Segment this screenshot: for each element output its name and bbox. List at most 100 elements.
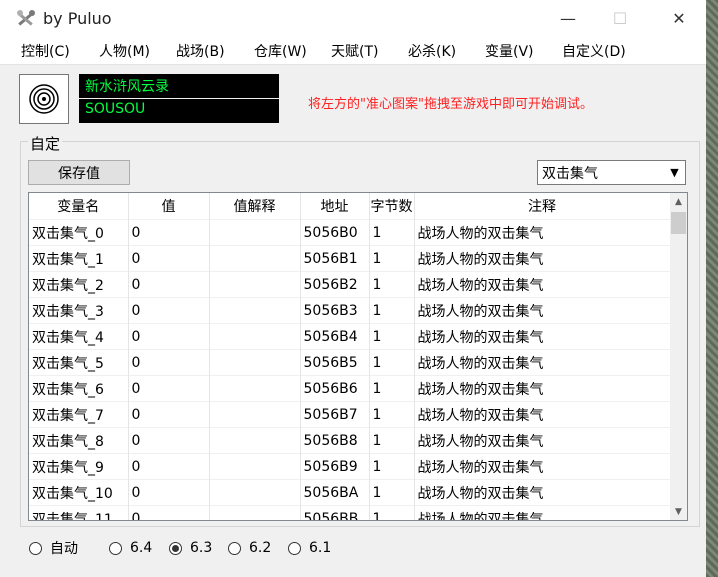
menu-variables[interactable]: 变量(V) xyxy=(485,41,534,61)
radio-circle[interactable] xyxy=(109,541,122,555)
scroll-down-icon[interactable]: ▼ xyxy=(670,503,687,520)
radio-6-3[interactable]: 6.3 xyxy=(169,539,212,557)
cell-name[interactable]: 双击集气_1 xyxy=(29,245,129,272)
table-row[interactable]: 双击集气_5 0 5056B5 1 战场人物的双击集气 xyxy=(29,349,671,376)
cell-address[interactable]: 5056BA xyxy=(300,479,370,506)
cell-value-meaning[interactable] xyxy=(209,349,301,376)
cell-comment[interactable]: 战场人物的双击集气 xyxy=(414,505,671,520)
cell-bytes[interactable]: 1 xyxy=(369,245,415,272)
table-row[interactable]: 双击集气_11 0 5056BB 1 战场人物的双击集气 xyxy=(29,505,671,520)
header-address[interactable]: 地址 xyxy=(300,193,370,220)
cell-value[interactable]: 0 xyxy=(128,323,210,350)
vertical-scrollbar[interactable]: ▲ ▼ xyxy=(670,193,687,520)
cell-value-meaning[interactable] xyxy=(209,219,301,246)
cell-value-meaning[interactable] xyxy=(209,245,301,272)
save-values-button[interactable]: 保存值 xyxy=(28,160,130,185)
table-row[interactable]: 双击集气_2 0 5056B2 1 战场人物的双击集气 xyxy=(29,271,671,298)
cell-bytes[interactable]: 1 xyxy=(369,505,415,520)
table-row[interactable]: 双击集气_7 0 5056B7 1 战场人物的双击集气 xyxy=(29,401,671,428)
cell-name[interactable]: 双击集气_4 xyxy=(29,323,129,350)
crosshair-target-icon[interactable] xyxy=(19,74,69,124)
cell-comment[interactable]: 战场人物的双击集气 xyxy=(414,219,671,246)
radio-circle[interactable] xyxy=(169,541,182,555)
cell-address[interactable]: 5056B2 xyxy=(300,271,370,298)
cell-bytes[interactable]: 1 xyxy=(369,297,415,324)
table-row[interactable]: 双击集气_6 0 5056B6 1 战场人物的双击集气 xyxy=(29,375,671,402)
cell-bytes[interactable]: 1 xyxy=(369,219,415,246)
cell-comment[interactable]: 战场人物的双击集气 xyxy=(414,375,671,402)
cell-value[interactable]: 0 xyxy=(128,401,210,428)
cell-value[interactable]: 0 xyxy=(128,479,210,506)
cell-address[interactable]: 5056B9 xyxy=(300,453,370,480)
menu-talent[interactable]: 天赋(T) xyxy=(331,41,378,61)
table-row[interactable]: 双击集气_3 0 5056B3 1 战场人物的双击集气 xyxy=(29,297,671,324)
cell-address[interactable]: 5056B6 xyxy=(300,375,370,402)
cell-address[interactable]: 5056B8 xyxy=(300,427,370,454)
cell-name[interactable]: 双击集气_11 xyxy=(29,505,129,520)
cell-bytes[interactable]: 1 xyxy=(369,323,415,350)
cell-value-meaning[interactable] xyxy=(209,427,301,454)
cell-address[interactable]: 5056BB xyxy=(300,505,370,520)
table-row[interactable]: 双击集气_4 0 5056B4 1 战场人物的双击集气 xyxy=(29,323,671,350)
cell-comment[interactable]: 战场人物的双击集气 xyxy=(414,427,671,454)
cell-value-meaning[interactable] xyxy=(209,271,301,298)
cell-value[interactable]: 0 xyxy=(128,427,210,454)
scroll-up-icon[interactable]: ▲ xyxy=(670,193,687,210)
cell-value[interactable]: 0 xyxy=(128,505,210,520)
cell-value[interactable]: 0 xyxy=(128,219,210,246)
cell-value[interactable]: 0 xyxy=(128,271,210,298)
cell-name[interactable]: 双击集气_5 xyxy=(29,349,129,376)
cell-value-meaning[interactable] xyxy=(209,453,301,480)
cell-bytes[interactable]: 1 xyxy=(369,401,415,428)
header-comment[interactable]: 注释 xyxy=(414,193,671,220)
cell-comment[interactable]: 战场人物的双击集气 xyxy=(414,401,671,428)
cell-bytes[interactable]: 1 xyxy=(369,479,415,506)
cell-bytes[interactable]: 1 xyxy=(369,375,415,402)
cell-name[interactable]: 双击集气_6 xyxy=(29,375,129,402)
cell-value-meaning[interactable] xyxy=(209,479,301,506)
cell-name[interactable]: 双击集气_10 xyxy=(29,479,129,506)
maximize-button[interactable]: ☐ xyxy=(597,0,643,36)
cell-value[interactable]: 0 xyxy=(128,453,210,480)
cell-bytes[interactable]: 1 xyxy=(369,453,415,480)
cell-name[interactable]: 双击集气_0 xyxy=(29,219,129,246)
cell-comment[interactable]: 战场人物的双击集气 xyxy=(414,297,671,324)
close-button[interactable]: ✕ xyxy=(656,0,702,36)
radio-circle[interactable] xyxy=(288,541,301,555)
cell-value-meaning[interactable] xyxy=(209,505,301,520)
title-bar[interactable]: by Puluo — ☐ ✕ xyxy=(0,0,706,36)
cell-value-meaning[interactable] xyxy=(209,375,301,402)
menu-character[interactable]: 人物(M) xyxy=(99,41,150,61)
menu-battlefield[interactable]: 战场(B) xyxy=(176,41,225,61)
minimize-button[interactable]: — xyxy=(545,0,591,36)
cell-address[interactable]: 5056B3 xyxy=(300,297,370,324)
header-bytes[interactable]: 字节数 xyxy=(369,193,415,220)
cell-value-meaning[interactable] xyxy=(209,323,301,350)
radio-6-2[interactable]: 6.2 xyxy=(228,539,271,557)
menu-custom[interactable]: 自定义(D) xyxy=(562,41,626,61)
cell-address[interactable]: 5056B7 xyxy=(300,401,370,428)
cell-value[interactable]: 0 xyxy=(128,375,210,402)
dropdown-arrow-icon[interactable]: ▼ xyxy=(666,163,683,182)
cell-value-meaning[interactable] xyxy=(209,401,301,428)
cell-comment[interactable]: 战场人物的双击集气 xyxy=(414,323,671,350)
cell-bytes[interactable]: 1 xyxy=(369,349,415,376)
cell-value[interactable]: 0 xyxy=(128,349,210,376)
cell-comment[interactable]: 战场人物的双击集气 xyxy=(414,479,671,506)
table-row[interactable]: 双击集气_10 0 5056BA 1 战场人物的双击集气 xyxy=(29,479,671,506)
radio-circle[interactable] xyxy=(228,541,241,555)
cell-comment[interactable]: 战场人物的双击集气 xyxy=(414,271,671,298)
table-row[interactable]: 双击集气_8 0 5056B8 1 战场人物的双击集气 xyxy=(29,427,671,454)
cell-value[interactable]: 0 xyxy=(128,245,210,272)
radio-circle[interactable] xyxy=(29,541,42,555)
menu-warehouse[interactable]: 仓库(W) xyxy=(254,41,307,61)
radio-6-1[interactable]: 6.1 xyxy=(288,539,331,557)
cell-address[interactable]: 5056B5 xyxy=(300,349,370,376)
cell-value[interactable]: 0 xyxy=(128,297,210,324)
cell-comment[interactable]: 战场人物的双击集气 xyxy=(414,245,671,272)
cell-name[interactable]: 双击集气_8 xyxy=(29,427,129,454)
variable-table[interactable]: 变量名 值 值解释 地址 字节数 注释 双击集气_0 0 5056B0 1 战场人物的双… xyxy=(28,192,688,521)
scroll-thumb[interactable] xyxy=(671,212,686,234)
radio-auto[interactable]: 自动 xyxy=(29,539,78,557)
cell-address[interactable]: 5056B4 xyxy=(300,323,370,350)
